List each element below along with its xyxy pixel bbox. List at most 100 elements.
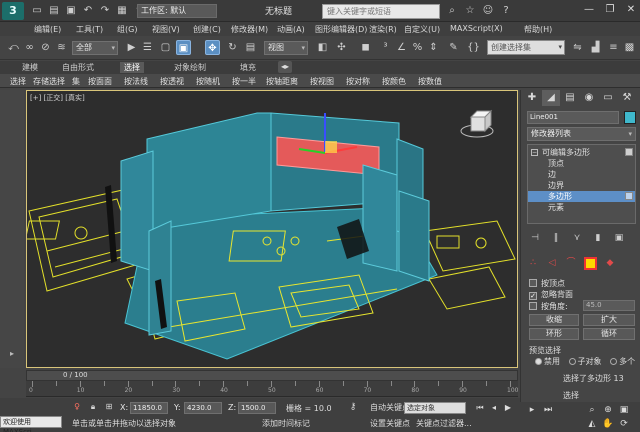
loop-button[interactable]: 循环 — [583, 328, 635, 340]
display-tab-icon[interactable]: ▭ — [599, 90, 617, 106]
redo-icon[interactable]: ↷ — [98, 4, 112, 18]
selection-filter-select[interactable]: 全部 — [72, 41, 118, 55]
stack-item-element[interactable]: 元素 — [528, 202, 635, 213]
modifier-list-select[interactable]: 修改器列表 — [527, 127, 636, 141]
previous-frame-icon[interactable]: ◂ — [488, 402, 500, 414]
go-to-start-icon[interactable]: ⏮ — [474, 402, 486, 414]
snap-toggle-icon[interactable]: ³ — [378, 40, 393, 55]
ribbon-by-perspective-button[interactable]: 按透视 — [160, 76, 184, 87]
radio-disabled[interactable] — [535, 358, 542, 365]
unlink-icon[interactable]: ⊘ — [38, 40, 53, 55]
menu-maxscript[interactable]: MAXScript(X) — [450, 24, 503, 33]
show-end-result-icon[interactable]: ‖ — [550, 232, 562, 244]
menu-modifiers[interactable]: 修改器(M) — [231, 24, 268, 35]
tab-modeling[interactable]: 建模 — [18, 62, 42, 73]
undo-tool-icon[interactable]: ⤺ — [6, 40, 21, 55]
menu-help[interactable]: 帮助(H) — [524, 24, 552, 35]
x-coordinate-field[interactable]: 11850.0 — [130, 402, 168, 414]
select-by-name-icon[interactable]: ☰ — [140, 40, 155, 55]
zoom-icon[interactable]: ⌕ — [586, 404, 598, 416]
collapse-toggle-icon[interactable]: − — [531, 149, 538, 156]
ribbon-by-view-button[interactable]: 按视图 — [310, 76, 334, 87]
ribbon-by-face-button[interactable]: 按面面 — [88, 76, 112, 87]
next-frame-icon[interactable]: ▸ — [526, 404, 538, 416]
pan-icon[interactable]: ✋ — [602, 418, 614, 430]
ribbon-by-half-button[interactable]: 按一半 — [232, 76, 256, 87]
ring-button[interactable]: 环形 — [529, 328, 579, 340]
menu-group[interactable]: 组(G) — [117, 24, 137, 35]
go-to-end-icon[interactable]: ⏭ — [542, 404, 554, 416]
layer-icon[interactable]: ≡ — [606, 40, 621, 55]
by-angle-checkbox[interactable]: 按角度: — [529, 301, 568, 312]
save-file-icon[interactable]: ▣ — [64, 4, 78, 18]
angle-input[interactable]: 45.0 — [583, 300, 635, 311]
configure-modifier-icon[interactable]: ▣ — [613, 232, 625, 244]
tab-freeform[interactable]: 自由形式 — [58, 62, 98, 73]
stack-item-border[interactable]: 边界 — [528, 180, 635, 191]
select-object-icon[interactable]: ▶ — [124, 40, 139, 55]
viewport-label[interactable]: [+] [正交] [真实] — [30, 93, 85, 103]
help-icon[interactable]: ? — [499, 4, 513, 18]
keyboard-shortcut-icon[interactable]: ◼ — [358, 40, 373, 55]
maxscript-listener[interactable]: 欢迎使用 MAXScri — [0, 416, 62, 432]
ribbon-toggle-button[interactable]: ◂▸ — [278, 61, 292, 73]
menu-rendering[interactable]: 渲染(R) — [369, 24, 397, 35]
selection-set-select[interactable]: 创建选择集 — [487, 40, 565, 55]
ribbon-by-random-button[interactable]: 按随机 — [196, 76, 220, 87]
checkbox-icon[interactable] — [529, 302, 537, 310]
track-bar[interactable]: 0 10 20 30 40 50 60 70 80 90 100 — [26, 381, 518, 397]
modify-tab-icon[interactable]: ◢ — [542, 90, 560, 106]
viewport-perspective[interactable]: [+] [正交] [真实] — [26, 90, 518, 368]
checkbox-icon[interactable] — [529, 279, 537, 287]
key-icon[interactable]: ⚷ — [348, 402, 358, 412]
make-unique-icon[interactable]: ⋎ — [571, 232, 583, 244]
bind-space-warp-icon[interactable]: ≋ — [54, 40, 69, 55]
spinner-snap-icon[interactable]: ⇕ — [426, 40, 441, 55]
orbit-icon[interactable]: ⟳ — [618, 418, 630, 430]
menu-animation[interactable]: 动画(A) — [277, 24, 305, 35]
workspace-select[interactable]: 工作区: 默认 — [137, 4, 217, 18]
stack-item-vertex[interactable]: 顶点 — [528, 158, 635, 169]
menu-edit[interactable]: 编辑(E) — [34, 24, 61, 35]
grow-button[interactable]: 扩大 — [583, 314, 635, 326]
key-filters-button[interactable]: 关键点过滤器... — [416, 418, 472, 429]
select-and-rotate-icon[interactable]: ↻ — [225, 40, 240, 55]
element-mode-icon[interactable]: ◆ — [604, 257, 616, 269]
checkbox-checked-icon[interactable]: ✓ — [529, 292, 537, 300]
ribbon-select-button[interactable]: 选择 — [10, 76, 26, 87]
play-icon[interactable]: ▶ — [502, 402, 514, 414]
ribbon-store-selection-button[interactable]: 存储选择 — [33, 76, 65, 87]
window-crossing-icon[interactable]: ▣ — [176, 40, 191, 55]
ribbon-by-symmetry-button[interactable]: 按对称 — [346, 76, 370, 87]
pivot-center-icon[interactable]: ◧ — [315, 40, 330, 55]
tab-populate[interactable]: 填充 — [236, 62, 260, 73]
app-logo-icon[interactable]: 3 — [2, 2, 24, 20]
vertex-mode-icon[interactable]: ∴ — [527, 257, 539, 269]
viewcube[interactable] — [460, 109, 494, 138]
select-and-scale-icon[interactable]: ▤ — [243, 40, 258, 55]
selected-object-dropdown[interactable]: 选定对象 — [404, 402, 466, 414]
utilities-tab-icon[interactable]: ⚒ — [618, 90, 636, 106]
radio-subobject[interactable] — [568, 358, 576, 365]
percent-snap-icon[interactable]: % — [410, 40, 425, 55]
time-slider[interactable]: 0 / 100 — [26, 370, 518, 381]
field-of-view-icon[interactable]: ◭ — [586, 418, 598, 430]
mirror-icon[interactable]: ⇋ — [570, 40, 585, 55]
angle-snap-icon[interactable]: ∠ — [394, 40, 409, 55]
binoculars-icon[interactable]: ⌕ — [445, 4, 459, 18]
menu-tools[interactable]: 工具(T) — [76, 24, 103, 35]
z-coordinate-field[interactable]: 1500.0 — [238, 402, 276, 414]
motion-tab-icon[interactable]: ◉ — [580, 90, 598, 106]
select-manipulate-icon[interactable]: ✣ — [334, 40, 349, 55]
star-icon[interactable]: ☆ — [463, 4, 477, 18]
edge-mode-icon[interactable]: ◁ — [546, 257, 558, 269]
reference-coord-select[interactable]: 视图 — [264, 41, 308, 55]
maximize-icon[interactable]: ❐ — [603, 3, 617, 17]
close-icon[interactable]: ✕ — [624, 3, 638, 17]
add-time-tag-button[interactable]: 添加时间标记 — [262, 418, 310, 429]
select-button[interactable]: 选择 — [563, 390, 579, 401]
ribbon-by-pivot-distance-button[interactable]: 按轴距离 — [266, 76, 298, 87]
rectangular-selection-icon[interactable]: ▢ — [158, 40, 173, 55]
stack-item-polygon[interactable]: 多边形 — [528, 191, 635, 202]
ignore-backfacing-checkbox[interactable]: ✓ 忽略背面 — [529, 289, 573, 300]
